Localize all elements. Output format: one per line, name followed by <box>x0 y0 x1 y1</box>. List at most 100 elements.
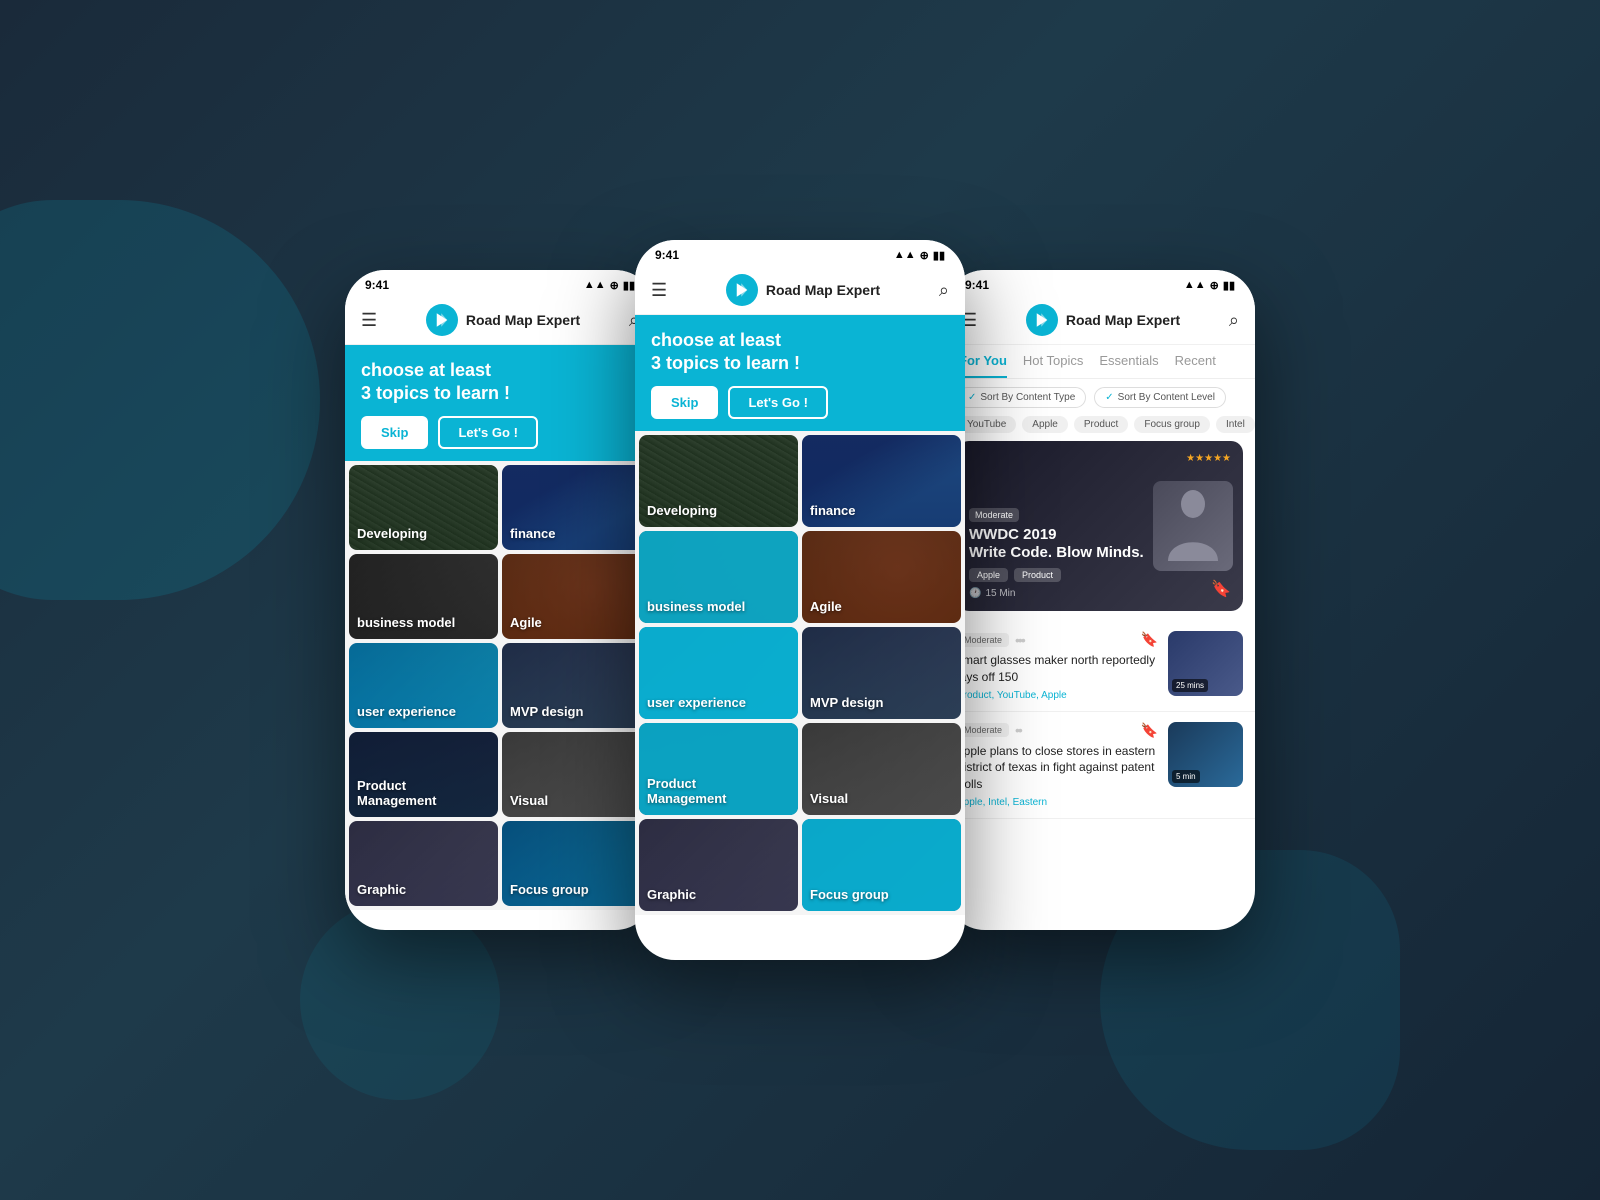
news-item-1[interactable]: Moderate ••• 🔖 smart glasses maker north… <box>945 621 1255 712</box>
filter-type-label: Sort By Content Type <box>980 392 1075 403</box>
app-logo-center: Road Map Expert <box>726 274 880 306</box>
banner-title-left: choose at least3 topics to learn ! <box>361 359 639 406</box>
phones-container: 9:41 ▲▲ ⊕ ▮▮ ☰ Road Map Expert ⌕ <box>200 240 1400 960</box>
tab-hot-topics[interactable]: Hot Topics <box>1023 353 1083 378</box>
banner-left: choose at least3 topics to learn ! Skip … <box>345 345 655 461</box>
phone-left: 9:41 ▲▲ ⊕ ▮▮ ☰ Road Map Expert ⌕ <box>345 270 655 930</box>
news-thumbnail-1: 25 mins <box>1168 631 1243 696</box>
news-thumb-bg-2: 5 min <box>1168 722 1243 787</box>
news-content-2: Moderate •• 🔖 apple plans to close store… <box>957 722 1158 808</box>
featured-person-image <box>1153 481 1233 571</box>
news-thumbnail-2: 5 min <box>1168 722 1243 787</box>
search-icon-center[interactable]: ⌕ <box>939 280 949 301</box>
clock-icon-featured: 🕐 <box>969 588 981 599</box>
status-icons-right: ▲▲ ⊕ ▮▮ <box>1184 279 1235 292</box>
phone-center: 9:41 ▲▲ ⊕ ▮▮ ☰ Road Map Expert ⌕ <box>635 240 965 960</box>
featured-card[interactable]: ★★★★★ Moderate WWDC 2019Write Code. Blow… <box>957 441 1243 611</box>
filter-row: ✓ Sort By Content Type ✓ Sort By Content… <box>945 379 1255 416</box>
tab-for-you[interactable]: For You <box>959 353 1007 378</box>
topic-focus-center[interactable]: Focus group <box>802 819 961 911</box>
logo-text-left: Road Map Expert <box>466 312 580 328</box>
news-dots-1: ••• <box>1015 632 1024 648</box>
filter-content-level[interactable]: ✓ Sort By Content Level <box>1094 387 1226 408</box>
topic-visual-center[interactable]: Visual <box>802 723 961 815</box>
tag-product[interactable]: Product <box>1074 416 1128 433</box>
topic-mvp-center[interactable]: MVP design <box>802 627 961 719</box>
topic-finance-center[interactable]: finance <box>802 435 961 527</box>
tab-essentials[interactable]: Essentials <box>1099 353 1158 378</box>
menu-icon-left[interactable]: ☰ <box>361 310 377 331</box>
topic-finance-left[interactable]: finance <box>502 465 651 550</box>
app-logo-right: Road Map Expert <box>1026 304 1180 336</box>
time-right: 9:41 <box>965 278 989 292</box>
check-icon-type: ✓ <box>968 392 976 403</box>
topic-agile-left[interactable]: Agile <box>502 554 651 639</box>
news-title-1: smart glasses maker north reportedly lay… <box>957 652 1158 686</box>
banner-buttons-left: Skip Let's Go ! <box>361 416 639 449</box>
feed-tabs: For You Hot Topics Essentials Recent <box>945 345 1255 379</box>
topics-grid-center: Developing finance business model Agile … <box>635 431 965 915</box>
news-tags-2: Apple, Intel, Eastern <box>957 797 1158 808</box>
topic-developing-center[interactable]: Developing <box>639 435 798 527</box>
logo-text-right: Road Map Expert <box>1066 312 1180 328</box>
topic-business-center[interactable]: business model <box>639 531 798 623</box>
skip-button-left[interactable]: Skip <box>361 416 428 449</box>
news-content-1: Moderate ••• 🔖 smart glasses maker north… <box>957 631 1158 701</box>
topic-developing-left[interactable]: Developing <box>349 465 498 550</box>
banner-center: choose at least3 topics to learn ! Skip … <box>635 315 965 431</box>
app-header-left: ☰ Road Map Expert ⌕ <box>345 296 655 345</box>
topic-ux-center[interactable]: user experience <box>639 627 798 719</box>
status-bar-right: 9:41 ▲▲ ⊕ ▮▮ <box>945 270 1255 296</box>
stars-row: ★★★★★ <box>1186 453 1231 464</box>
news-thumb-time-1: 25 mins <box>1172 679 1208 692</box>
letsgo-button-center[interactable]: Let's Go ! <box>728 386 827 419</box>
topic-agile-center[interactable]: Agile <box>802 531 961 623</box>
featured-time: 🕐 15 Min <box>969 588 1231 599</box>
topic-mvp-left[interactable]: MVP design <box>502 643 651 728</box>
news-thumb-bg-1: 25 mins <box>1168 631 1243 696</box>
topic-business-left[interactable]: business model <box>349 554 498 639</box>
app-header-center: ☰ Road Map Expert ⌕ <box>635 266 965 315</box>
topic-focus-left[interactable]: Focus group <box>502 821 651 906</box>
phone-right: 9:41 ▲▲ ⊕ ▮▮ ☰ Road Map Expert ⌕ <box>945 270 1255 930</box>
bookmark-icon-featured[interactable]: 🔖 <box>1211 579 1231 599</box>
featured-tag-product: Product <box>1014 568 1061 582</box>
logo-icon-right <box>1026 304 1058 336</box>
topic-graphic-center[interactable]: Graphic <box>639 819 798 911</box>
tag-focus[interactable]: Focus group <box>1134 416 1210 433</box>
news-item-2[interactable]: Moderate •• 🔖 apple plans to close store… <box>945 712 1255 819</box>
topic-pm-center[interactable]: ProductManagement <box>639 723 798 815</box>
news-bookmark-2[interactable]: 🔖 <box>1141 722 1158 739</box>
menu-icon-center[interactable]: ☰ <box>651 280 667 301</box>
topics-grid-left: Developing finance business model Agile … <box>345 461 655 910</box>
app-logo-left: Road Map Expert <box>426 304 580 336</box>
banner-buttons-center: Skip Let's Go ! <box>651 386 949 419</box>
news-title-2: apple plans to close stores in eastern d… <box>957 743 1158 793</box>
tag-intel[interactable]: Intel <box>1216 416 1255 433</box>
logo-icon-center <box>726 274 758 306</box>
news-dots-2: •• <box>1015 722 1021 738</box>
search-icon-right[interactable]: ⌕ <box>1229 310 1239 331</box>
news-bookmark-1[interactable]: 🔖 <box>1141 631 1158 648</box>
news-tags-1: Product, YouTube, Apple <box>957 690 1158 701</box>
featured-badge: Moderate <box>969 508 1019 522</box>
tag-youtube[interactable]: YouTube <box>957 416 1016 433</box>
topic-ux-left[interactable]: user experience <box>349 643 498 728</box>
topic-graphic-left[interactable]: Graphic <box>349 821 498 906</box>
filter-content-type[interactable]: ✓ Sort By Content Type <box>957 387 1086 408</box>
topic-visual-left[interactable]: Visual <box>502 732 651 817</box>
tab-recent[interactable]: Recent <box>1175 353 1216 378</box>
logo-text-center: Road Map Expert <box>766 282 880 298</box>
status-icons-center: ▲▲ ⊕ ▮▮ <box>894 249 945 262</box>
time-center: 9:41 <box>655 248 679 262</box>
tag-apple[interactable]: Apple <box>1022 416 1068 433</box>
featured-tag-apple: Apple <box>969 568 1008 582</box>
logo-icon-left <box>426 304 458 336</box>
news-meta-2: Moderate •• 🔖 <box>957 722 1158 739</box>
banner-title-center: choose at least3 topics to learn ! <box>651 329 949 376</box>
filter-level-label: Sort By Content Level <box>1118 392 1215 403</box>
skip-button-center[interactable]: Skip <box>651 386 718 419</box>
news-thumb-time-2: 5 min <box>1172 770 1200 783</box>
letsgo-button-left[interactable]: Let's Go ! <box>438 416 537 449</box>
topic-pm-left[interactable]: ProductManagement <box>349 732 498 817</box>
